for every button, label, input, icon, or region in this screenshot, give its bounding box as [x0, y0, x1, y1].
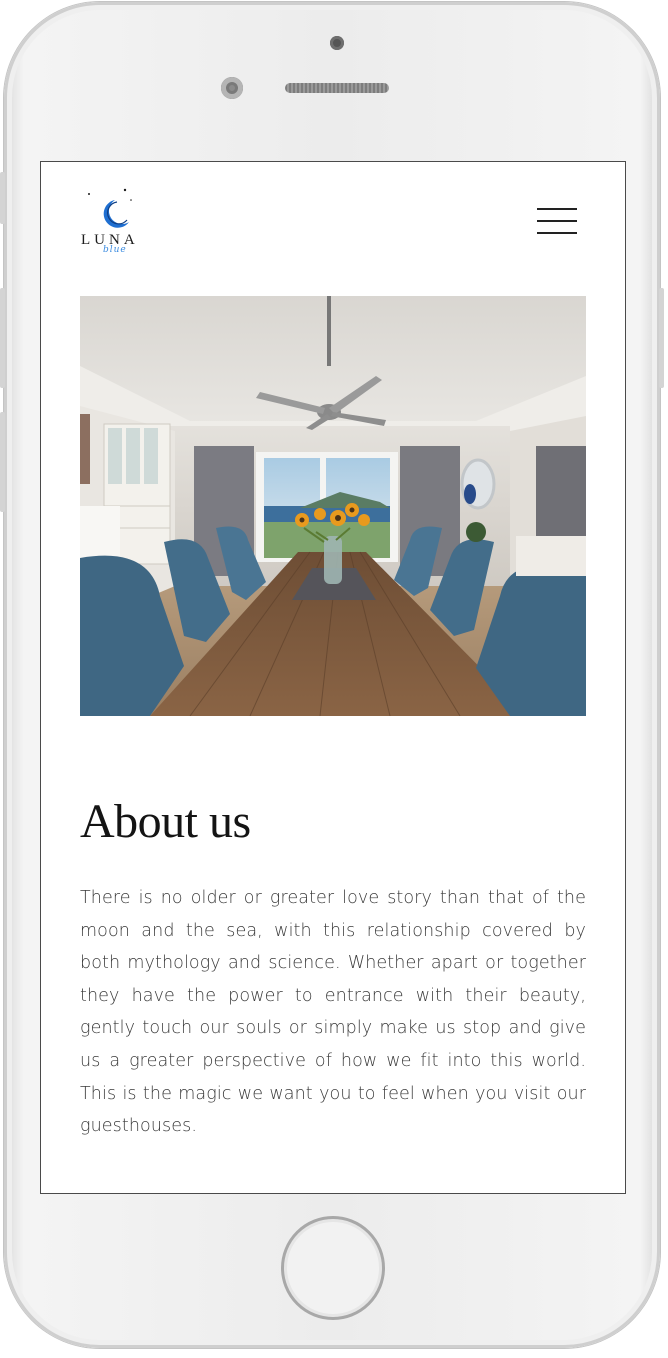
power-button — [659, 288, 664, 388]
dining-room-photo — [80, 296, 586, 716]
phone-screen: LUNA blue About us There is no older or … — [40, 161, 626, 1194]
luna-blue-logo[interactable]: LUNA blue — [79, 188, 143, 258]
volume-down-button — [0, 412, 5, 512]
hamburger-menu-icon[interactable] — [537, 206, 579, 236]
about-us-paragraph: There is no older or greater love story … — [80, 888, 586, 1137]
volume-up-button — [0, 288, 5, 388]
dining-room-image — [80, 296, 586, 716]
front-camera — [221, 77, 243, 99]
about-us-heading: About us — [80, 795, 251, 848]
logo-subtext: blue — [103, 245, 127, 255]
home-button[interactable] — [281, 1216, 385, 1320]
mute-switch — [0, 172, 5, 224]
moon-logo-icon — [88, 188, 132, 228]
earpiece-speaker — [285, 83, 389, 93]
proximity-sensor — [330, 36, 344, 50]
